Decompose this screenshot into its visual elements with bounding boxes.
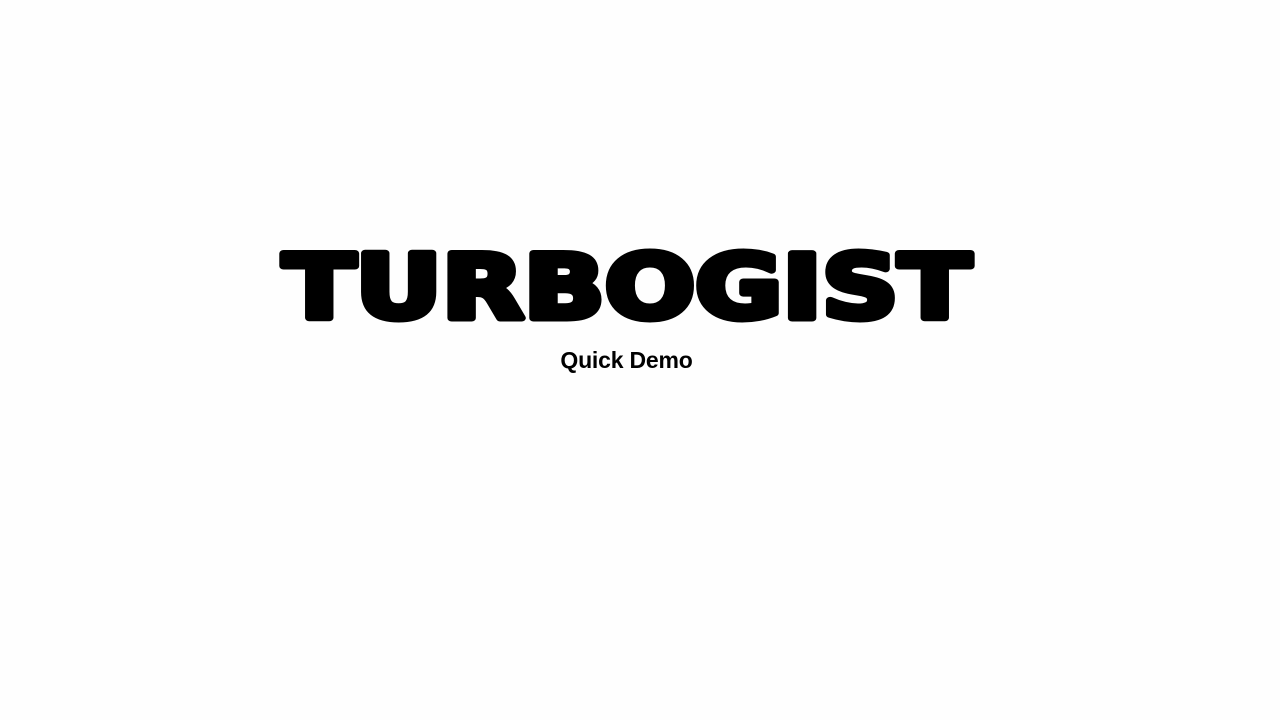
subtitle: Quick Demo xyxy=(560,347,693,373)
title-card: TURBOGIST Quick Demo xyxy=(0,0,1280,720)
brand-logo-text: TURBOGIST xyxy=(283,248,971,324)
brand-logo: TURBOGIST xyxy=(280,248,975,324)
